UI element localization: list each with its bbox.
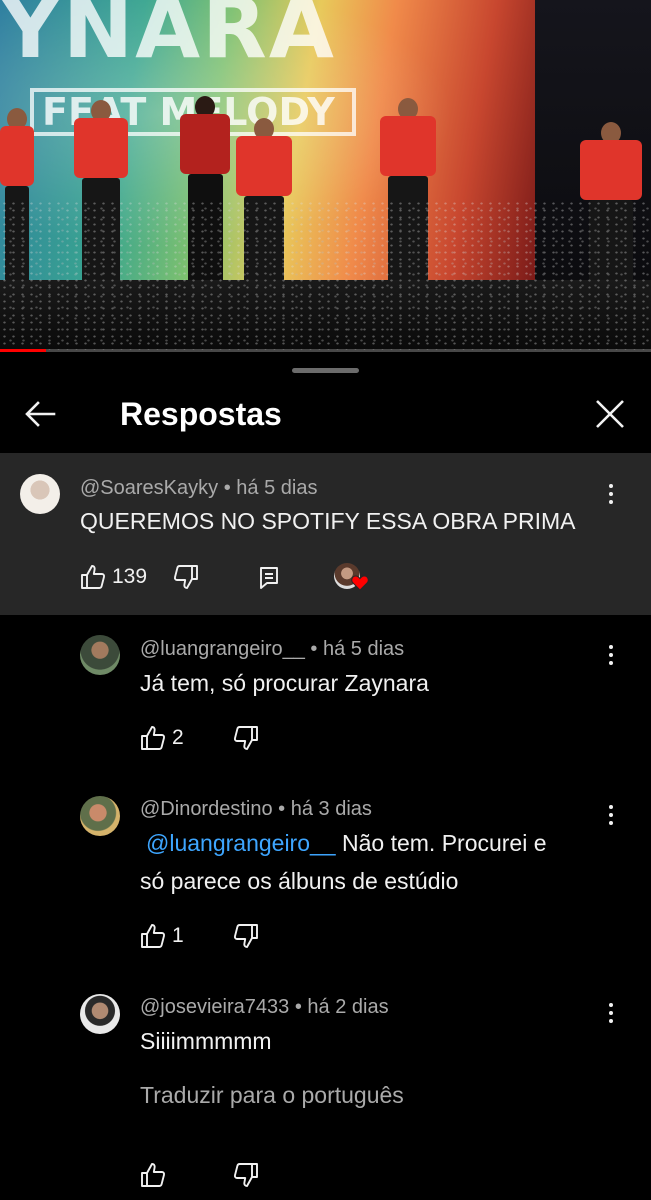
- comment-author[interactable]: @SoaresKayky: [80, 477, 218, 499]
- thumb-up-icon: [140, 1162, 166, 1188]
- mention-link[interactable]: @luangrangeiro__: [146, 830, 336, 856]
- comment-text: Já tem, só procurar Zaynara: [140, 670, 429, 696]
- thumb-up-icon: [80, 564, 106, 590]
- comment-meta: @Dinordestino • há 3 dias: [140, 797, 372, 821]
- like-button[interactable]: [140, 1159, 172, 1191]
- thumb-down-icon: [173, 564, 199, 590]
- like-button[interactable]: 1: [140, 920, 184, 952]
- reply-button[interactable]: [258, 561, 280, 593]
- avatar[interactable]: [80, 994, 120, 1034]
- dislike-button[interactable]: [233, 920, 259, 952]
- dislike-button[interactable]: [173, 561, 199, 593]
- panel-title: Respostas: [120, 396, 282, 432]
- meta-separator: •: [289, 996, 308, 1018]
- comment-author[interactable]: @josevieira7433: [140, 996, 289, 1018]
- dislike-button[interactable]: [233, 1159, 259, 1191]
- comment-time: há 3 dias: [290, 798, 372, 820]
- thumb-up-icon: [140, 923, 166, 949]
- more-vert-icon[interactable]: [599, 1000, 623, 1030]
- more-vert-icon[interactable]: [599, 642, 623, 672]
- like-button[interactable]: 2: [140, 722, 184, 754]
- comment-text: Não tem. Procurei e: [335, 830, 547, 856]
- like-count: 2: [172, 726, 184, 749]
- meta-separator: •: [218, 477, 237, 499]
- reply-comment: @luangrangeiro__ • há 5 dias Já tem, só …: [0, 620, 651, 780]
- thumb-up-icon: [140, 725, 166, 751]
- comment-author[interactable]: @luangrangeiro__: [140, 638, 305, 660]
- close-icon[interactable]: [590, 394, 630, 434]
- parent-comment: @SoaresKayky • há 5 dias QUEREMOS NO SPO…: [0, 453, 651, 615]
- video-player[interactable]: YNARA FEAT MELODY: [0, 0, 651, 352]
- confetti: [0, 200, 651, 350]
- avatar[interactable]: [80, 635, 120, 675]
- video-progress-fill: [0, 349, 46, 352]
- comment-text-line-2: só parece os álbuns de estúdio: [140, 868, 459, 894]
- comment-time: há 5 dias: [236, 477, 318, 499]
- comment-time: há 5 dias: [323, 638, 405, 660]
- creator-heart: [334, 563, 370, 593]
- video-progress-bar[interactable]: [0, 349, 651, 352]
- heart-icon: [351, 575, 369, 591]
- drag-handle[interactable]: [292, 368, 359, 373]
- video-banner-text: YNARA: [0, 0, 336, 70]
- comment-time: há 2 dias: [307, 996, 389, 1018]
- more-vert-icon[interactable]: [599, 481, 623, 511]
- thumb-down-icon: [233, 923, 259, 949]
- meta-separator: •: [304, 638, 323, 660]
- thumb-down-icon: [233, 725, 259, 751]
- meta-separator: •: [272, 798, 291, 820]
- replies-header: Respostas: [0, 380, 651, 450]
- comment-text: Siiiimmmmm: [140, 1028, 272, 1054]
- like-count: 1: [172, 924, 184, 947]
- comment-meta: @josevieira7433 • há 2 dias: [140, 995, 389, 1019]
- comment-meta: @SoaresKayky • há 5 dias: [80, 476, 317, 500]
- comment-text-line-1: @luangrangeiro__ Não tem. Procurei e: [140, 825, 547, 861]
- reply-comment: @Dinordestino • há 3 dias @luangrangeiro…: [0, 780, 651, 980]
- like-button[interactable]: 139: [80, 561, 147, 593]
- comment-author[interactable]: @Dinordestino: [140, 798, 273, 820]
- comment-icon: [258, 564, 280, 590]
- dislike-button[interactable]: [233, 722, 259, 754]
- comment-text: QUEREMOS NO SPOTIFY ESSA OBRA PRIMA: [80, 508, 576, 534]
- arrow-left-icon[interactable]: [20, 394, 60, 434]
- thumb-down-icon: [233, 1162, 259, 1188]
- like-count: 139: [112, 565, 148, 588]
- more-vert-icon[interactable]: [599, 802, 623, 832]
- comment-meta: @luangrangeiro__ • há 5 dias: [140, 637, 404, 661]
- reply-comment: @josevieira7433 • há 2 dias Siiiimmmmm T…: [0, 980, 651, 1200]
- translate-link[interactable]: Traduzir para o português: [140, 1080, 404, 1110]
- avatar[interactable]: [80, 796, 120, 836]
- avatar[interactable]: [20, 474, 60, 514]
